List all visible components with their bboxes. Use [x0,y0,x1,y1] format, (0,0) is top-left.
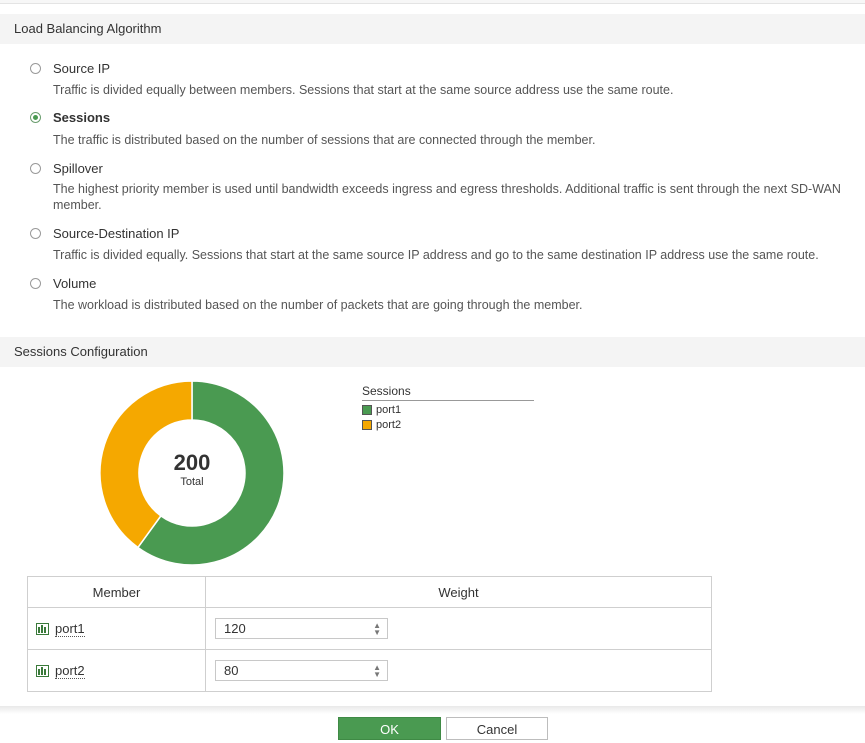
option-label-source-destination-ip[interactable]: Source-Destination IP [53,226,179,241]
option-source-destination-ip[interactable]: Source-Destination IP [30,226,179,241]
total-label: Total [180,476,204,488]
weight-cell: 80 ▲ ▼ [205,649,712,692]
cancel-button[interactable]: Cancel [446,717,548,740]
option-sessions[interactable]: Sessions [30,110,110,125]
option-label-spillover[interactable]: Spillover [53,161,103,176]
radio-sessions[interactable] [30,112,41,123]
legend-item-port1[interactable]: port1 [362,404,534,416]
table-row: port1 120 ▲ ▼ [27,607,712,650]
option-label-sessions[interactable]: Sessions [53,110,110,125]
column-header-member[interactable]: Member [27,576,206,608]
radio-spillover[interactable] [30,163,41,174]
sessions-configuration-header: Sessions Configuration [0,337,865,367]
ok-button[interactable]: OK [338,717,441,740]
option-desc-source-destination-ip: Traffic is divided equally. Sessions tha… [53,248,819,262]
legend-label-port1: port1 [376,404,402,416]
table-row: port2 80 ▲ ▼ [27,649,712,692]
option-source-ip[interactable]: Source IP [30,61,110,76]
legend-item-port2[interactable]: port2 [362,419,534,431]
donut-center: 200 Total [97,450,287,488]
weight-cell: 120 ▲ ▼ [205,607,712,650]
option-spillover[interactable]: Spillover [30,161,103,176]
legend-swatch-port2 [362,420,372,430]
member-cell: port1 [27,607,206,650]
radio-source-ip[interactable] [30,63,41,74]
network-port-icon [36,664,49,677]
legend-swatch-port1 [362,405,372,415]
weight-value-port2[interactable]: 80 [224,663,238,678]
dialog-top-edge [0,0,865,4]
sessions-donut-chart: 200 Total [97,378,287,568]
weight-value-port1[interactable]: 120 [224,621,246,636]
option-label-source-ip[interactable]: Source IP [53,61,110,76]
legend-label-port2: port2 [376,419,402,431]
column-header-weight[interactable]: Weight [205,576,712,608]
option-desc-sessions: The traffic is distributed based on the … [53,133,596,147]
load-balancing-header: Load Balancing Algorithm [0,14,865,44]
total-value: 200 [173,450,211,475]
chart-legend: Sessions port1 port2 [362,384,534,431]
member-cell: port2 [27,649,206,692]
option-desc-volume: The workload is distributed based on the… [53,298,583,312]
option-desc-source-ip: Traffic is divided equally between membe… [53,83,674,97]
radio-volume[interactable] [30,278,41,289]
option-desc-spillover: The highest priority member is used unti… [53,182,841,212]
option-volume[interactable]: Volume [30,276,96,291]
weight-input-port1[interactable]: 120 ▲ ▼ [215,618,388,639]
footer-divider [0,706,865,714]
member-name-port1[interactable]: port1 [55,621,85,637]
member-name-port2[interactable]: port2 [55,663,85,679]
table-header-row: Member Weight [27,576,712,608]
weight-input-port2[interactable]: 80 ▲ ▼ [215,660,388,681]
members-table: Member Weight port1 120 ▲ ▼ port2 80 ▲ ▼ [27,576,712,692]
network-port-icon [36,622,49,635]
up-down-stepper-icon[interactable]: ▲ ▼ [373,621,381,636]
legend-title: Sessions [362,384,534,401]
up-down-stepper-icon[interactable]: ▲ ▼ [373,663,381,678]
option-label-volume[interactable]: Volume [53,276,96,291]
radio-source-destination-ip[interactable] [30,228,41,239]
